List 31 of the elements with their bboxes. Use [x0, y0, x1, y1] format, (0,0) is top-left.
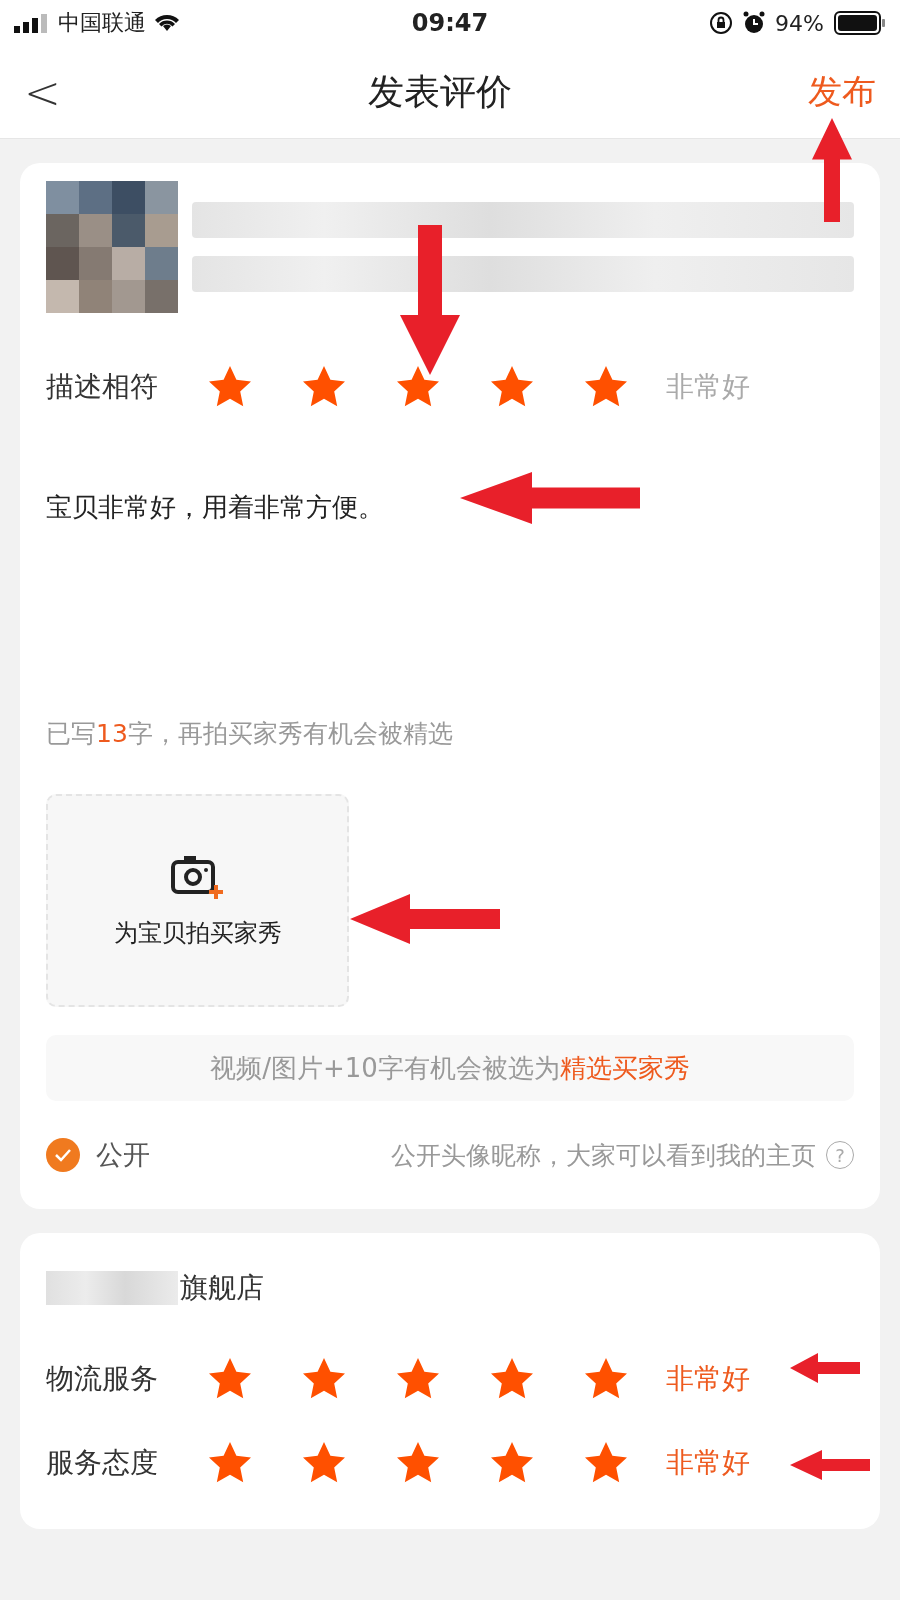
review-input[interactable]: 宝贝非常好，用着非常方便。 — [46, 487, 854, 527]
arrow-icon — [790, 1353, 860, 1383]
arrow-icon — [790, 1450, 870, 1480]
arrow-icon — [350, 894, 500, 944]
clock-time: 09:47 — [410, 9, 490, 37]
public-label: 公开 — [96, 1138, 151, 1172]
rotation-lock-icon — [709, 11, 734, 35]
battery-percent: 94% — [775, 10, 824, 36]
arrow-icon — [400, 225, 460, 375]
page-title: 发表评价 — [367, 69, 513, 114]
back-button[interactable]: < — [24, 66, 84, 118]
wifi-icon — [154, 13, 180, 33]
arrow-icon — [460, 472, 640, 524]
rating-label: 物流服务 — [46, 1361, 159, 1397]
public-note: 公开头像昵称，大家可以看到我的主页 — [391, 1139, 816, 1172]
rating-verdict: 非常好 — [666, 369, 750, 405]
rating-verdict: 非常好 — [666, 1445, 750, 1481]
public-checkbox[interactable] — [46, 1138, 80, 1172]
add-photo-button[interactable]: 为宝贝拍买家秀 — [46, 794, 349, 1007]
signal-icon — [14, 13, 50, 33]
checkmark-icon — [54, 1148, 72, 1162]
store-name: 旗舰店 — [180, 1270, 264, 1306]
arrow-icon — [812, 118, 852, 222]
featured-tip: 视频/图片+10字有机会被选为精选买家秀 — [46, 1035, 854, 1101]
rating-verdict: 非常好 — [666, 1361, 750, 1397]
alarm-icon — [743, 11, 766, 35]
rating-label: 服务态度 — [46, 1445, 159, 1481]
word-count-hint: 已写13字，再拍买家秀有机会被精选 — [46, 718, 454, 750]
carrier-name: 中国联通 — [58, 9, 146, 37]
battery-icon — [834, 11, 886, 35]
rating-label: 描述相符 — [46, 369, 159, 405]
